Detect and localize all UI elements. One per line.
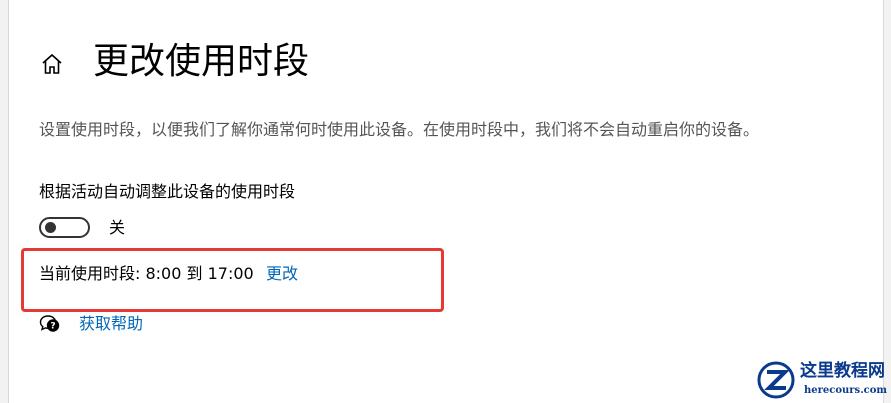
svg-text:?: ? bbox=[50, 322, 55, 332]
watermark-url: herecours.com bbox=[804, 385, 888, 396]
auto-adjust-toggle[interactable] bbox=[39, 217, 90, 238]
get-help-link[interactable]: 获取帮助 bbox=[79, 312, 143, 336]
toggle-knob bbox=[45, 222, 56, 233]
watermark-title: 这里教程网 bbox=[800, 361, 885, 381]
active-hours-settings-page: 更改使用时段 设置使用时段，以便我们了解你通常何时使用此设备。在使用时段中，我们… bbox=[0, 0, 891, 403]
window-right-edge bbox=[883, 0, 891, 403]
auto-adjust-label: 根据活动自动调整此设备的使用时段 bbox=[39, 182, 296, 201]
window-left-edge bbox=[0, 0, 9, 403]
home-icon[interactable] bbox=[40, 52, 64, 76]
page-title: 更改使用时段 bbox=[93, 41, 310, 82]
toggle-state-text: 关 bbox=[109, 218, 126, 237]
current-active-hours: 当前使用时段: 8:00 到 17:00 bbox=[39, 264, 254, 283]
watermark: 这里教程网 herecours.com bbox=[752, 358, 891, 403]
page-description: 设置使用时段，以便我们了解你通常何时使用此设备。在使用时段中，我们将不会自动重启… bbox=[39, 120, 760, 139]
help-chat-icon: ? bbox=[39, 315, 60, 332]
watermark-logo bbox=[757, 361, 795, 399]
change-active-hours-link[interactable]: 更改 bbox=[266, 262, 298, 286]
